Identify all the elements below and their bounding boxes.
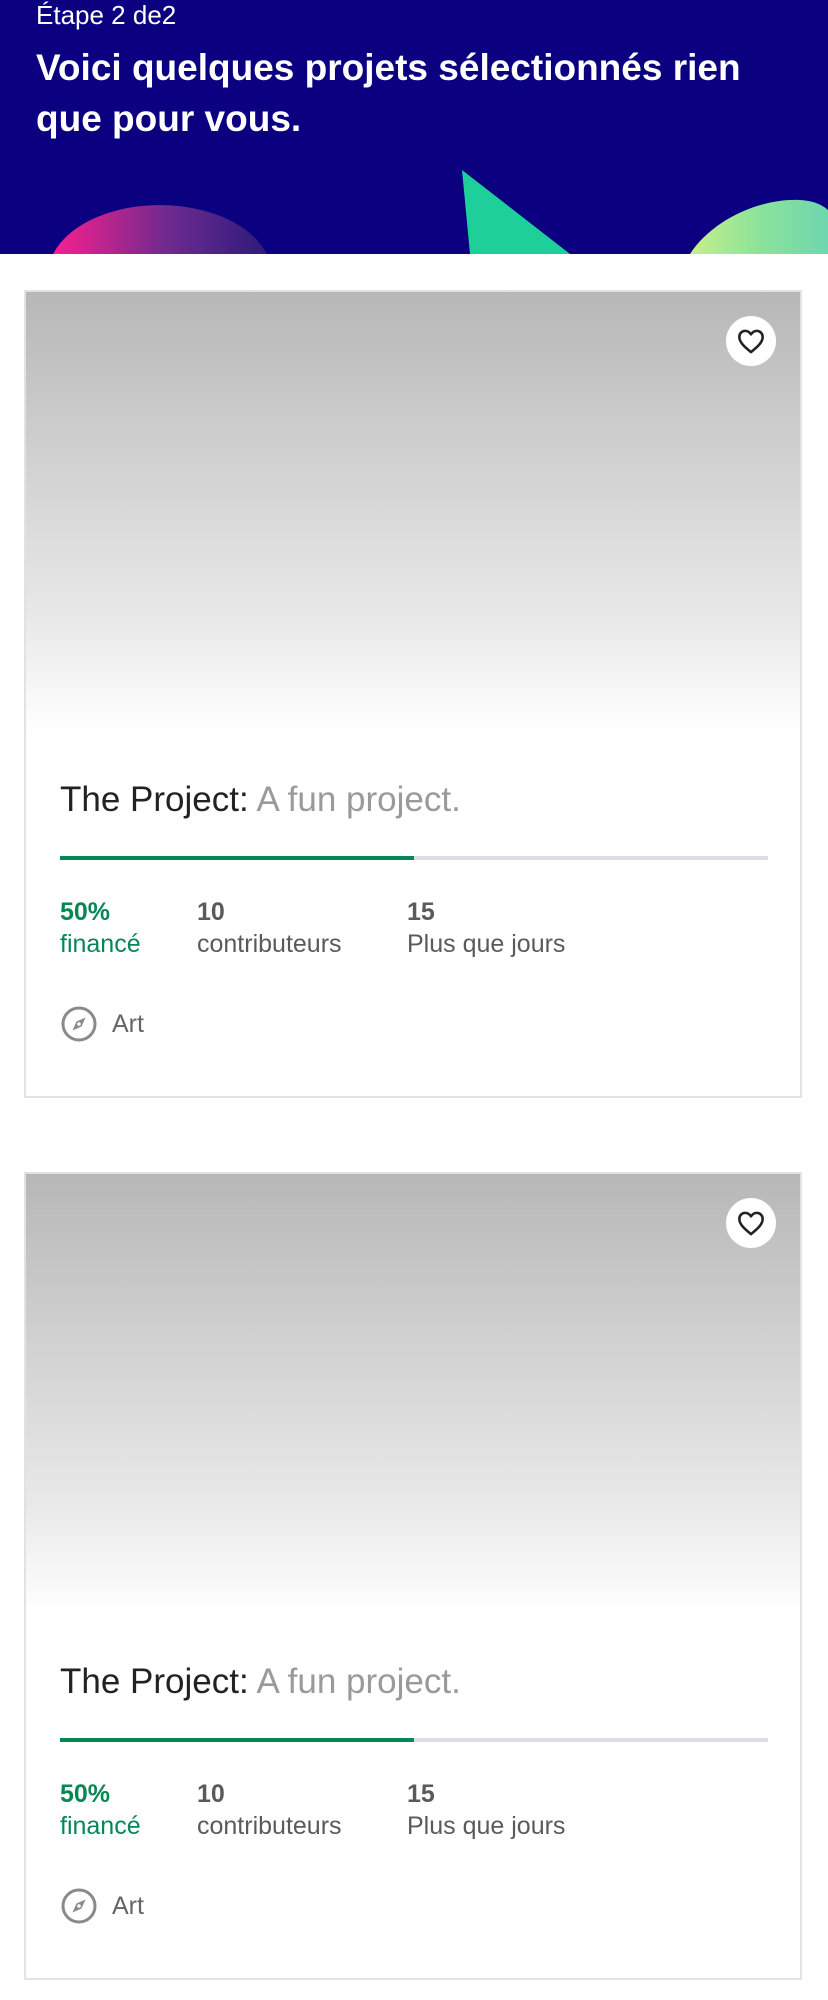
project-title-line[interactable]: The Project: A fun project.: [60, 1660, 461, 1704]
days-left-value: 15: [407, 898, 435, 926]
category-label: Art: [112, 1891, 144, 1920]
category-label: Art: [112, 1009, 144, 1038]
project-blurb: A fun project.: [256, 780, 461, 819]
funded-label: financé: [60, 930, 141, 958]
backers-stat: 10 contributeurs: [197, 1778, 342, 1842]
favorite-button[interactable]: [726, 316, 776, 366]
days-left-value: 15: [407, 1780, 435, 1808]
funded-stat: 50% financé: [60, 1778, 141, 1842]
favorite-button[interactable]: [726, 1198, 776, 1248]
project-card[interactable]: The Project: A fun project. 50% financé …: [24, 1172, 802, 1980]
funding-progress-fill: [60, 856, 414, 860]
project-blurb: A fun project.: [256, 1662, 461, 1701]
project-name: The Project:: [60, 780, 249, 819]
project-title-line[interactable]: The Project: A fun project.: [60, 778, 461, 822]
teal-triangle-shape: [462, 170, 570, 254]
pink-blob-shape: [53, 205, 267, 254]
category-link[interactable]: Art: [60, 1004, 144, 1044]
project-image[interactable]: [26, 1174, 800, 1614]
project-image[interactable]: [26, 292, 800, 732]
compass-icon: [61, 1006, 97, 1042]
heart-icon: [738, 329, 764, 354]
days-left-stat: 15 Plus que jours: [407, 1778, 565, 1842]
funded-label: financé: [60, 1812, 141, 1840]
funded-value: 50%: [60, 898, 111, 926]
backers-value: 10: [197, 1780, 225, 1808]
project-card[interactable]: The Project: A fun project. 50% financé …: [24, 290, 802, 1098]
step-indicator: Étape 2 de2: [36, 0, 177, 30]
days-left-stat: 15 Plus que jours: [407, 896, 565, 960]
funding-progress-fill: [60, 1738, 414, 1742]
backers-stat: 10 contributeurs: [197, 896, 342, 960]
compass-icon: [61, 1888, 97, 1924]
funding-progress-bar: [60, 1738, 768, 1742]
heart-icon: [738, 1211, 764, 1236]
onboarding-header: Étape 2 de2 Voici quelques projets sélec…: [0, 0, 828, 254]
backers-value: 10: [197, 898, 225, 926]
funded-stat: 50% financé: [60, 896, 141, 960]
days-left-label: Plus que jours: [407, 930, 566, 958]
category-link[interactable]: Art: [60, 1886, 144, 1926]
project-name: The Project:: [60, 1662, 249, 1701]
backers-label: contributeurs: [197, 930, 342, 958]
funded-value: 50%: [60, 1780, 111, 1808]
backers-label: contributeurs: [197, 1812, 342, 1840]
page-title: Voici quelques projets sélectionnés rien…: [36, 47, 741, 139]
mint-blob-shape: [690, 199, 828, 254]
days-left-label: Plus que jours: [407, 1812, 566, 1840]
funding-progress-bar: [60, 856, 768, 860]
